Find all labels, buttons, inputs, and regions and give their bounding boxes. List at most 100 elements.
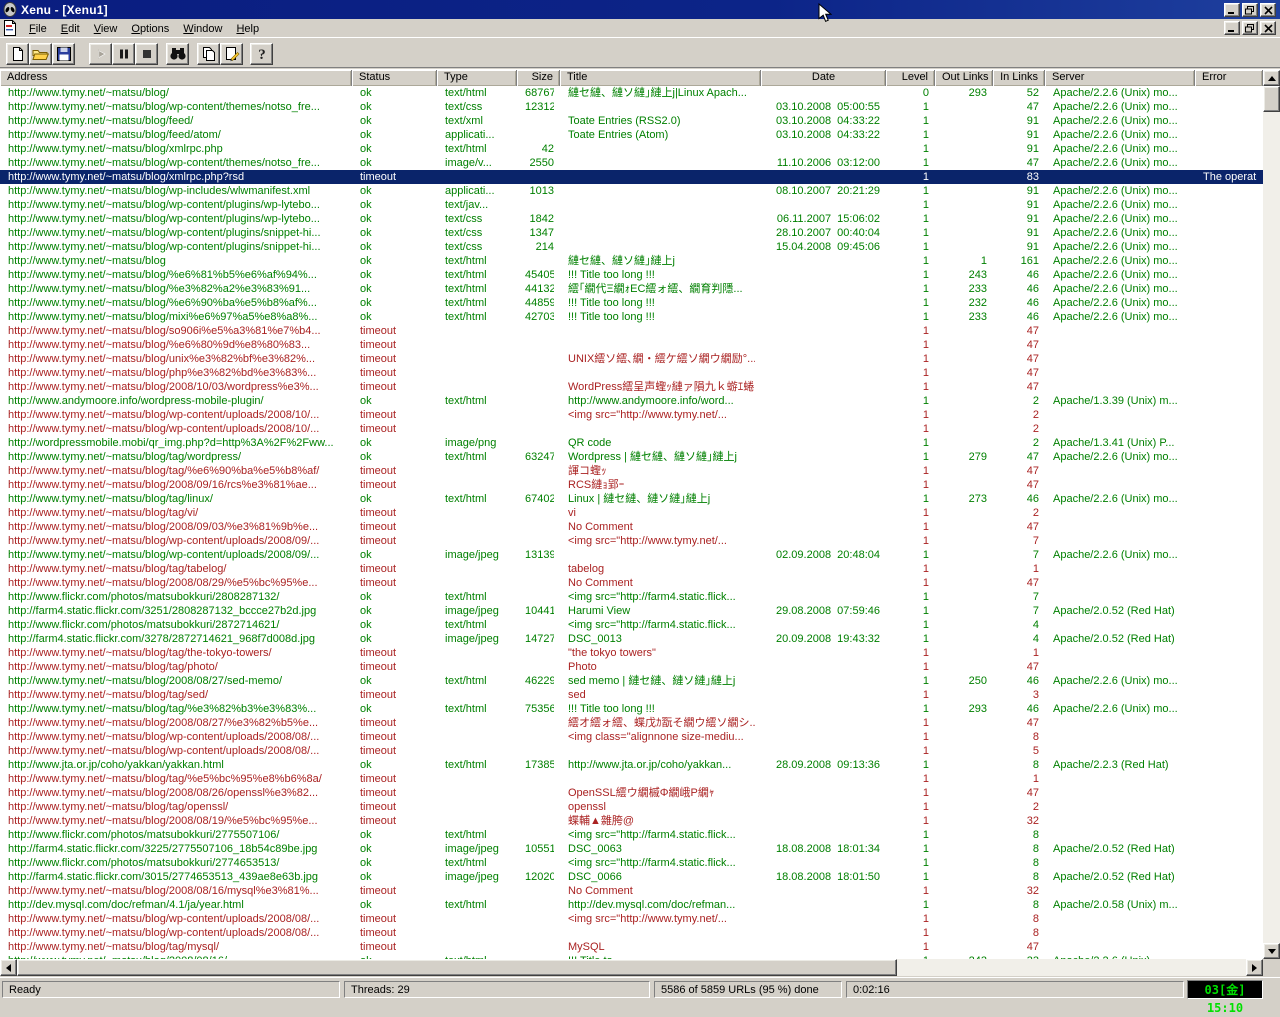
table-row[interactable]: http://www.tymy.net/~matsu/blog/tag/word… (0, 450, 1263, 464)
mdi-minimize-button[interactable] (1224, 21, 1240, 35)
table-row[interactable]: http://www.tymy.net/~matsu/blog/so906i%e… (0, 324, 1263, 338)
table-row[interactable]: http://www.tymy.net/~matsu/blog/%e6%81%b… (0, 268, 1263, 282)
table-row[interactable]: http://www.tymy.net/~matsu/blog/%e6%80%9… (0, 338, 1263, 352)
table-row[interactable]: http://www.flickr.com/photos/matsubokkur… (0, 856, 1263, 870)
table-row[interactable]: http://www.tymy.net/~matsu/blog/wp-conte… (0, 156, 1263, 170)
restore-button[interactable] (1242, 3, 1258, 17)
column-header-title[interactable]: Title (560, 70, 761, 86)
table-row[interactable]: http://www.tymy.net/~matsu/blogoktext/ht… (0, 254, 1263, 268)
new-document-button[interactable] (6, 43, 29, 65)
menu-options[interactable]: Options (124, 21, 176, 37)
table-row[interactable]: http://www.tymy.net/~matsu/blog/wp-conte… (0, 422, 1263, 436)
column-header-error[interactable]: Error (1195, 70, 1263, 86)
table-row[interactable]: http://dev.mysql.com/doc/refman/4.1/ja/y… (0, 898, 1263, 912)
pause-button[interactable] (112, 43, 135, 65)
table-row[interactable]: http://www.tymy.net/~matsu/blog/2008/08/… (0, 884, 1263, 898)
table-row[interactable]: http://www.tymy.net/~matsu/blog/php%e3%8… (0, 366, 1263, 380)
minimize-button[interactable] (1224, 3, 1240, 17)
table-row[interactable]: http://www.tymy.net/~matsu/blog/wp-conte… (0, 534, 1263, 548)
table-row[interactable]: http://farm4.static.flickr.com/3225/2775… (0, 842, 1263, 856)
table-row[interactable]: http://www.tymy.net/~matsu/blog/wp-conte… (0, 240, 1263, 254)
table-row[interactable]: http://farm4.static.flickr.com/3278/2872… (0, 632, 1263, 646)
table-row[interactable]: http://www.tymy.net/~matsu/blog/2008/08/… (0, 674, 1263, 688)
table-row[interactable]: http://www.tymy.net/~matsu/blog/%e6%90%b… (0, 296, 1263, 310)
menu-window[interactable]: Window (176, 21, 229, 37)
table-row[interactable]: http://www.tymy.net/~matsu/blog/2008/09/… (0, 478, 1263, 492)
table-row[interactable]: http://www.tymy.net/~matsu/blog/feed/ato… (0, 128, 1263, 142)
table-row[interactable]: http://www.flickr.com/photos/matsubokkur… (0, 618, 1263, 632)
table-row[interactable]: http://www.tymy.net/~matsu/blog/feed/okt… (0, 114, 1263, 128)
help-button[interactable]: ? (250, 43, 273, 65)
table-row[interactable]: http://www.tymy.net/~matsu/blog/2008/08/… (0, 814, 1263, 828)
title-bar[interactable]: Xenu - [Xenu1] (0, 0, 1280, 19)
table-row[interactable]: http://www.andymoore.info/wordpress-mobi… (0, 394, 1263, 408)
stop-button[interactable] (135, 43, 158, 65)
column-header-status[interactable]: Status (352, 70, 437, 86)
column-header-type[interactable]: Type (437, 70, 517, 86)
table-row[interactable]: http://www.tymy.net/~matsu/blog/2008/08/… (0, 576, 1263, 590)
table-row[interactable]: http://www.tymy.net/~matsu/blog/wp-conte… (0, 744, 1263, 758)
column-header-address[interactable]: Address (0, 70, 352, 86)
table-row[interactable]: http://www.tymy.net/~matsu/blog/wp-inclu… (0, 184, 1263, 198)
scroll-left-button[interactable] (0, 959, 17, 976)
horizontal-scroll-thumb[interactable] (17, 959, 897, 976)
table-row[interactable]: http://www.tymy.net/~matsu/blog/tag/%e6%… (0, 464, 1263, 478)
table-row[interactable]: http://www.tymy.net/~matsu/blog/wp-conte… (0, 100, 1263, 114)
scroll-up-button[interactable] (1263, 70, 1280, 86)
table-row[interactable]: http://www.tymy.net/~matsu/blog/wp-conte… (0, 226, 1263, 240)
table-row[interactable]: http://www.tymy.net/~matsu/blog/unix%e3%… (0, 352, 1263, 366)
table-row[interactable]: http://www.tymy.net/~matsu/blog/tag/sed/… (0, 688, 1263, 702)
find-button[interactable] (166, 43, 189, 65)
column-header-out-links[interactable]: Out Links (935, 70, 993, 86)
table-row[interactable]: http://www.tymy.net/~matsu/blog/tag/mysq… (0, 940, 1263, 954)
table-row[interactable]: http://www.tymy.net/~matsu/blog/xmlrpc.p… (0, 170, 1263, 184)
table-row[interactable]: http://www.tymy.net/~matsu/blog/tag/%e3%… (0, 702, 1263, 716)
table-row[interactable]: http://farm4.static.flickr.com/3251/2808… (0, 604, 1263, 618)
table-row[interactable]: http://www.tymy.net/~matsu/blog/tag/vi/t… (0, 506, 1263, 520)
table-row[interactable]: http://www.tymy.net/~matsu/blog/wp-conte… (0, 730, 1263, 744)
table-row[interactable]: http://www.tymy.net/~matsu/blog/2008/08/… (0, 786, 1263, 800)
table-row[interactable]: http://www.tymy.net/~matsu/blog/2008/10/… (0, 380, 1263, 394)
column-header-in-links[interactable]: In Links (993, 70, 1045, 86)
table-row[interactable]: http://www.tymy.net/~matsu/blog/wp-conte… (0, 198, 1263, 212)
open-folder-button[interactable] (29, 43, 52, 65)
properties-button[interactable] (220, 43, 243, 65)
menu-file[interactable]: File (22, 21, 54, 37)
vertical-scrollbar[interactable] (1263, 70, 1280, 959)
table-row[interactable]: http://www.tymy.net/~matsu/blog/xmlrpc.p… (0, 142, 1263, 156)
table-row[interactable]: http://www.tymy.net/~matsu/blog/2008/08/… (0, 716, 1263, 730)
table-row[interactable]: http://www.tymy.net/~matsu/blog/wp-conte… (0, 212, 1263, 226)
menu-edit[interactable]: Edit (54, 21, 87, 37)
scroll-down-button[interactable] (1263, 943, 1280, 959)
table-row[interactable]: http://www.tymy.net/~matsu/blog/tag/the-… (0, 646, 1263, 660)
table-row[interactable]: http://www.flickr.com/photos/matsubokkur… (0, 828, 1263, 842)
table-row[interactable]: http://www.tymy.net/~matsu/blog/tag/tabe… (0, 562, 1263, 576)
menu-help[interactable]: Help (229, 21, 266, 37)
table-row[interactable]: http://www.tymy.net/~matsu/blog/%e3%82%a… (0, 282, 1263, 296)
table-row[interactable]: http://www.tymy.net/~matsu/blog/mixi%e6%… (0, 310, 1263, 324)
table-row[interactable]: http://www.tymy.net/~matsu/blog/tag/%e5%… (0, 772, 1263, 786)
column-header-level[interactable]: Level (886, 70, 935, 86)
table-row[interactable]: http://www.tymy.net/~matsu/blog/wp-conte… (0, 912, 1263, 926)
column-header-size[interactable]: Size (517, 70, 560, 86)
scroll-right-button[interactable] (1246, 959, 1263, 976)
table-row[interactable]: http://www.tymy.net/~matsu/blog/tag/open… (0, 800, 1263, 814)
mdi-close-button[interactable] (1260, 21, 1276, 35)
table-row[interactable]: http://wordpressmobile.mobi/qr_img.php?d… (0, 436, 1263, 450)
column-header-date[interactable]: Date (761, 70, 886, 86)
horizontal-scrollbar[interactable] (0, 959, 1263, 976)
play-button[interactable] (89, 43, 112, 65)
vertical-scroll-thumb[interactable] (1263, 86, 1280, 112)
menu-view[interactable]: View (87, 21, 125, 37)
column-header-server[interactable]: Server (1045, 70, 1195, 86)
save-button[interactable] (52, 43, 75, 65)
table-row[interactable]: http://www.flickr.com/photos/matsubokkur… (0, 590, 1263, 604)
table-row[interactable]: http://www.tymy.net/~matsu/blog/tag/linu… (0, 492, 1263, 506)
table-row[interactable]: http://www.tymy.net/~matsu/blog/tag/phot… (0, 660, 1263, 674)
mdi-restore-button[interactable] (1242, 21, 1258, 35)
table-row[interactable]: http://www.tymy.net/~matsu/blog/wp-conte… (0, 926, 1263, 940)
table-row[interactable]: http://www.tymy.net/~matsu/blog/2008/09/… (0, 520, 1263, 534)
table-row[interactable]: http://www.tymy.net/~matsu/blog/oktext/h… (0, 86, 1263, 100)
table-row[interactable]: http://www.jta.or.jp/coho/yakkan/yakkan.… (0, 758, 1263, 772)
table-row[interactable]: http://www.tymy.net/~matsu/blog/wp-conte… (0, 408, 1263, 422)
